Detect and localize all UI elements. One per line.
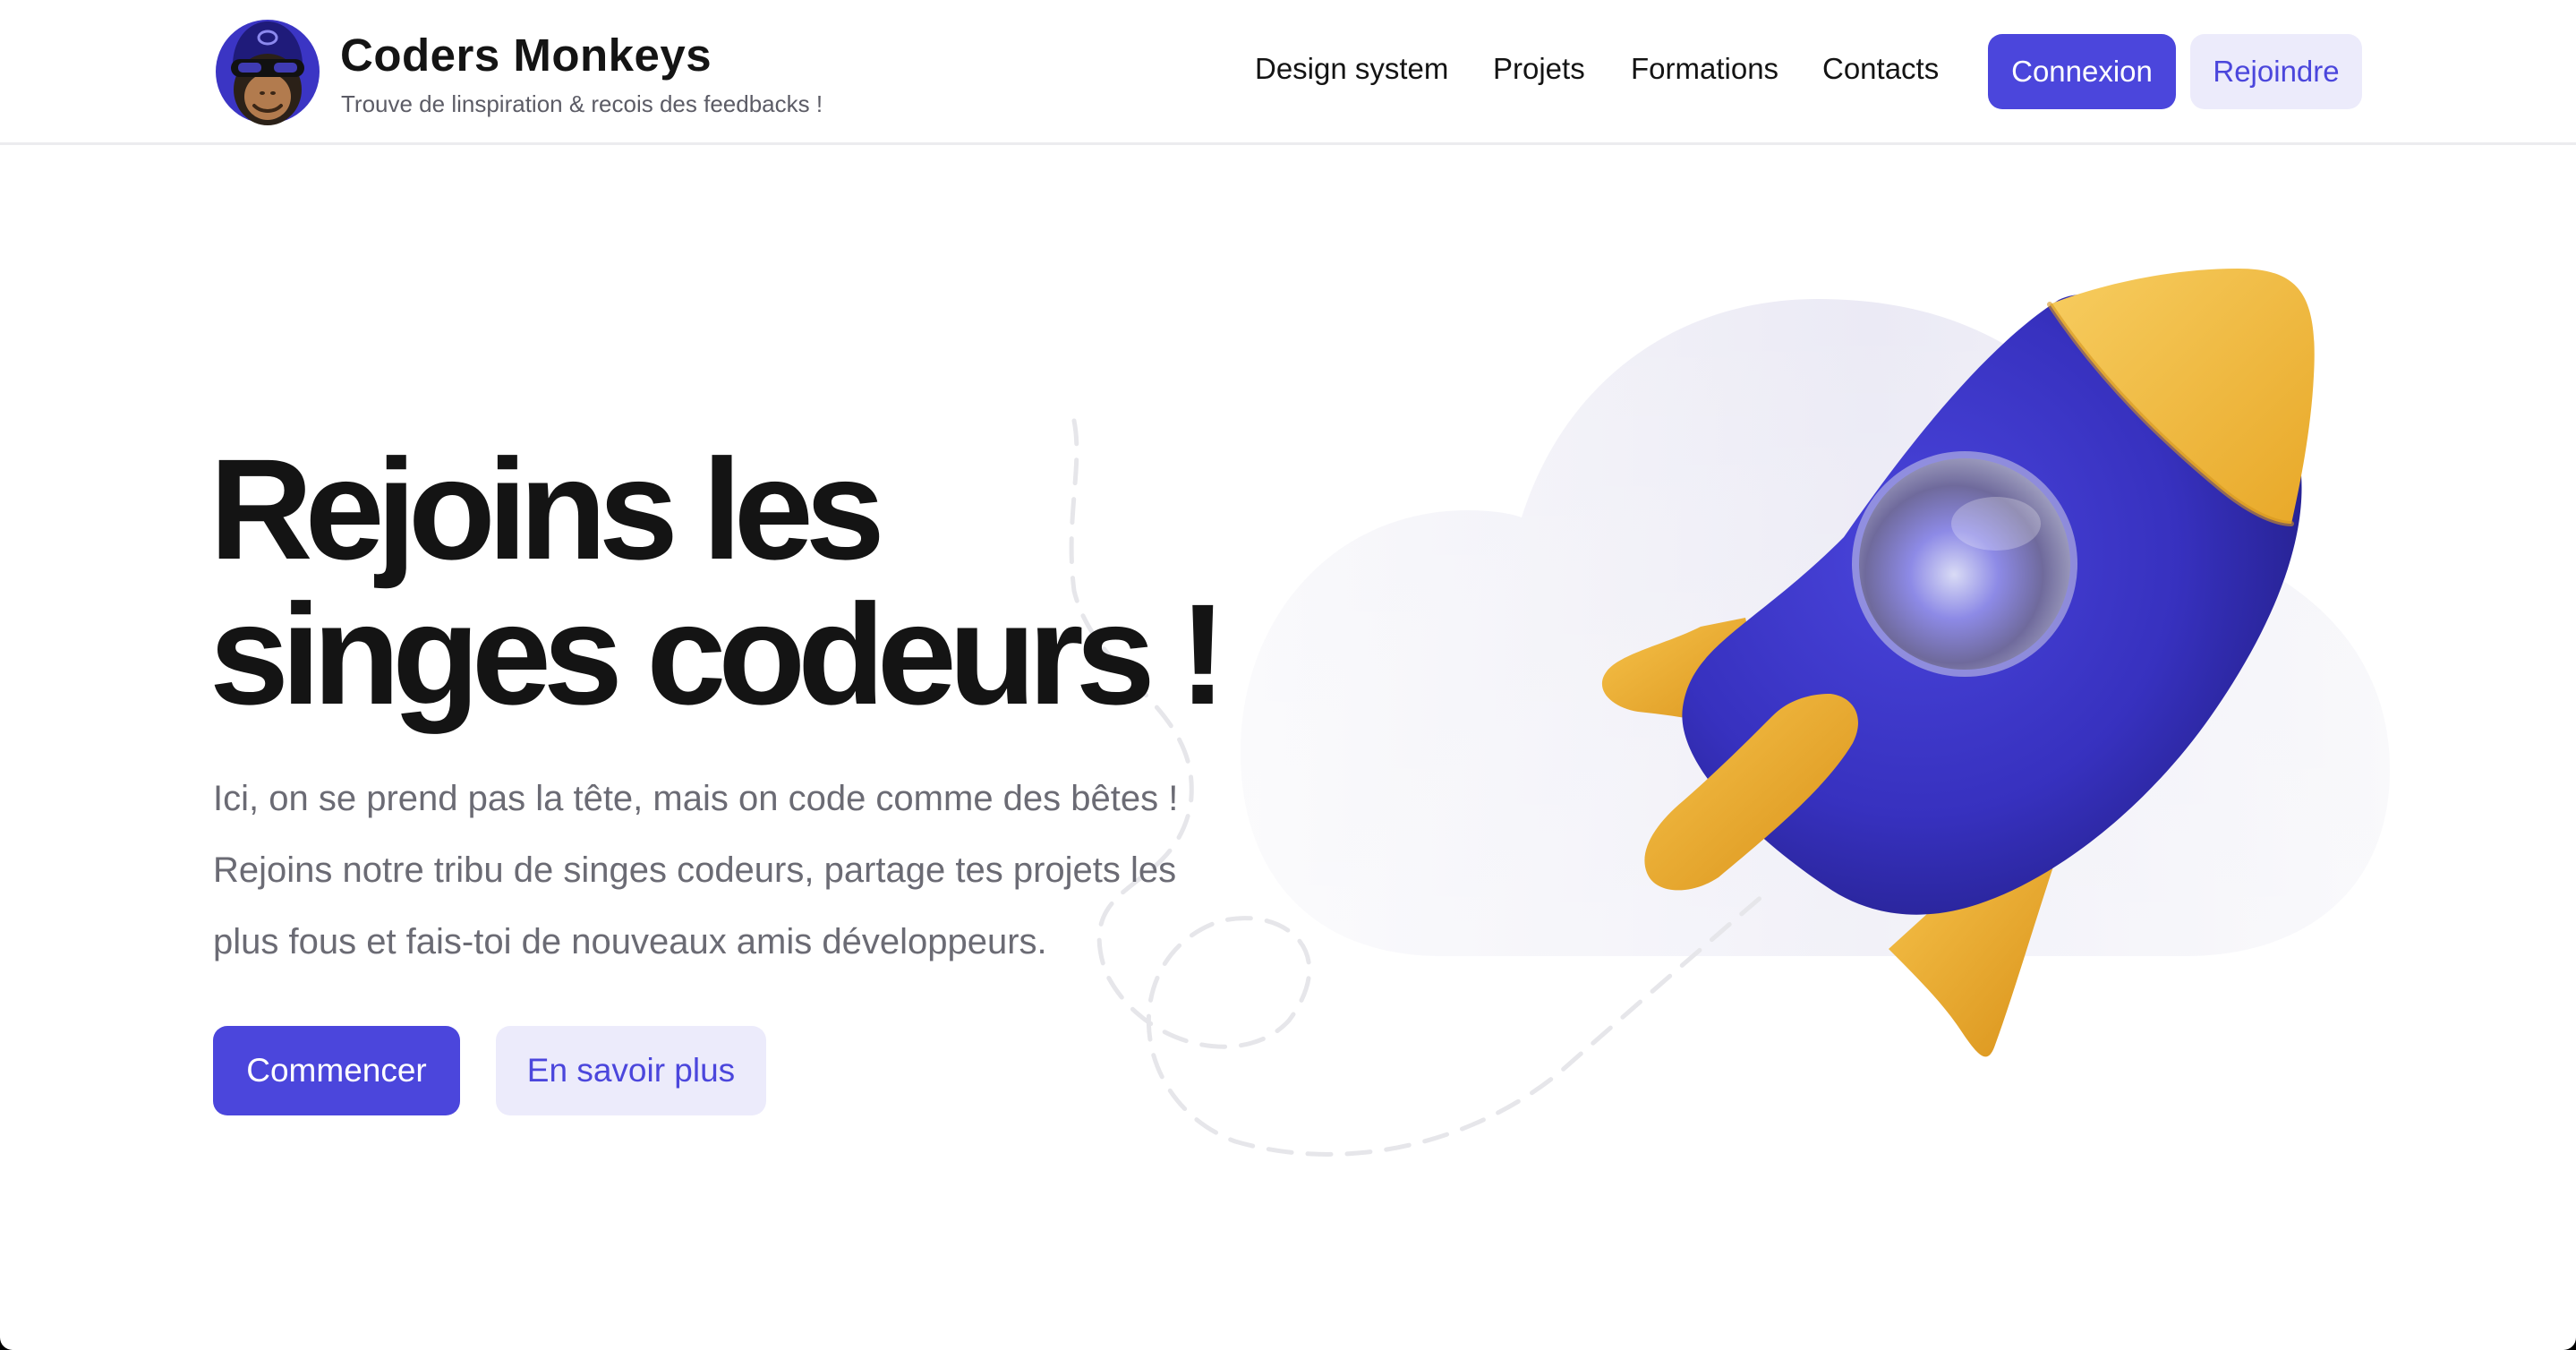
cloud-shape — [1241, 299, 2390, 956]
nav-link-design-system[interactable]: Design system — [1255, 52, 1448, 86]
login-button[interactable]: Connexion — [1988, 34, 2176, 109]
nav-link-formations[interactable]: Formations — [1631, 52, 1778, 86]
hero-title: Rejoins les singes codeurs ! — [209, 429, 1226, 734]
learn-more-button[interactable]: En savoir plus — [496, 1026, 766, 1115]
nav-link-contacts[interactable]: Contacts — [1822, 52, 1939, 86]
hero-title-line-2: singes codeurs ! — [209, 574, 1226, 734]
site-header: Coders Monkeys Trouve de linspiration & … — [0, 0, 2576, 145]
hero-description-line-3: plus fous et fais-toi de nouveaux amis d… — [213, 922, 1047, 961]
join-button[interactable]: Rejoindre — [2190, 34, 2362, 109]
start-button[interactable]: Commencer — [213, 1026, 460, 1115]
rocket — [1601, 269, 2315, 1057]
hero-description-line-1: Ici, on se prend pas la tête, mais on co… — [213, 779, 1179, 818]
hero-title-line-1: Rejoins les — [209, 429, 885, 589]
brand-name[interactable]: Coders Monkeys — [340, 29, 712, 81]
hero-description-line-2: Rejoins notre tribu de singes codeurs, p… — [213, 850, 1177, 890]
monkey-logo-icon[interactable] — [213, 11, 322, 132]
brand-tagline: Trouve de linspiration & recois des feed… — [341, 90, 823, 117]
hero-description: Ici, on se prend pas la tête, mais on co… — [213, 763, 1251, 978]
nav-link-projets[interactable]: Projets — [1493, 52, 1585, 86]
landing-page: Coders Monkeys Trouve de linspiration & … — [0, 0, 2576, 1350]
